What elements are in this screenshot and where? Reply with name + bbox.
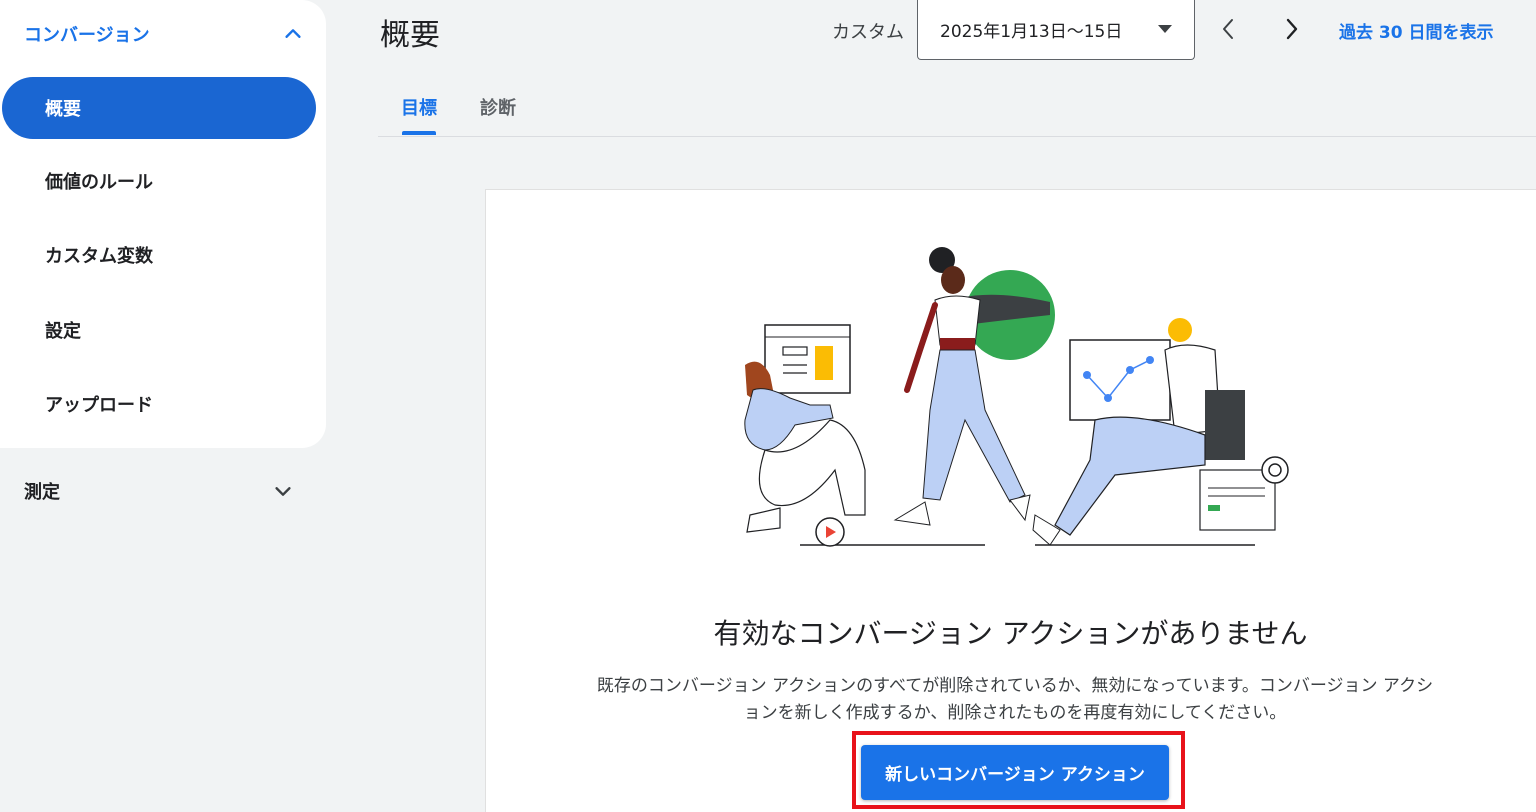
sidebar: コンバージョン 概要 価値のルール カスタム変数 設定 アップロード [0, 0, 326, 448]
sidebar-section-title: コンバージョン [24, 25, 150, 46]
sidebar-item-label: 価値のルール [45, 172, 153, 193]
people-illustration [744, 247, 1289, 547]
chevron-down-icon [275, 487, 291, 496]
chevron-left-icon [1223, 19, 1233, 39]
chevron-right-icon [1286, 18, 1298, 40]
empty-state-description: 既存のコンバージョン アクションのすべてが削除されているか、無効になっています。… [596, 676, 1434, 723]
sidebar-item-label: 概要 [45, 99, 81, 120]
sidebar-section-label: 測定 [24, 482, 60, 503]
chevron-up-icon [285, 29, 301, 38]
previous-period-button[interactable] [1214, 14, 1242, 44]
tab-diagnostics[interactable]: 診断 [480, 94, 516, 120]
date-range-select[interactable]: 2025年1月13日〜15日 [917, 0, 1195, 60]
sidebar-section-conversions[interactable]: コンバージョン [24, 20, 304, 48]
date-range-value: 2025年1月13日〜15日 [940, 22, 1123, 42]
sidebar-item-uploads[interactable]: アップロード [2, 373, 316, 435]
sidebar-item-value-rules[interactable]: 価値のルール [2, 150, 316, 212]
sidebar-section-measurement[interactable]: 測定 [24, 478, 294, 504]
empty-state-title: 有効なコンバージョン アクションがありません [713, 617, 1308, 650]
page-title: 概要 [380, 18, 440, 53]
date-range-label: カスタム [832, 22, 904, 43]
sidebar-item-settings[interactable]: 設定 [2, 299, 316, 361]
sidebar-item-label: カスタム変数 [45, 246, 153, 267]
show-last-30-days-link[interactable]: 過去 30 日間を表示 [1339, 18, 1494, 43]
dropdown-caret-icon [1158, 25, 1172, 33]
active-tab-indicator [402, 131, 436, 135]
next-period-button[interactable] [1278, 14, 1306, 44]
sidebar-item-overview[interactable]: 概要 [2, 77, 316, 139]
sidebar-item-label: 設定 [45, 321, 81, 342]
tab-goals[interactable]: 目標 [401, 94, 437, 120]
tab-bar: 目標 診断 [378, 84, 1536, 137]
sidebar-item-custom-variables[interactable]: カスタム変数 [2, 224, 316, 286]
new-conversion-action-button[interactable]: 新しいコンバージョン アクション [861, 745, 1169, 800]
sidebar-item-label: アップロード [45, 395, 153, 416]
